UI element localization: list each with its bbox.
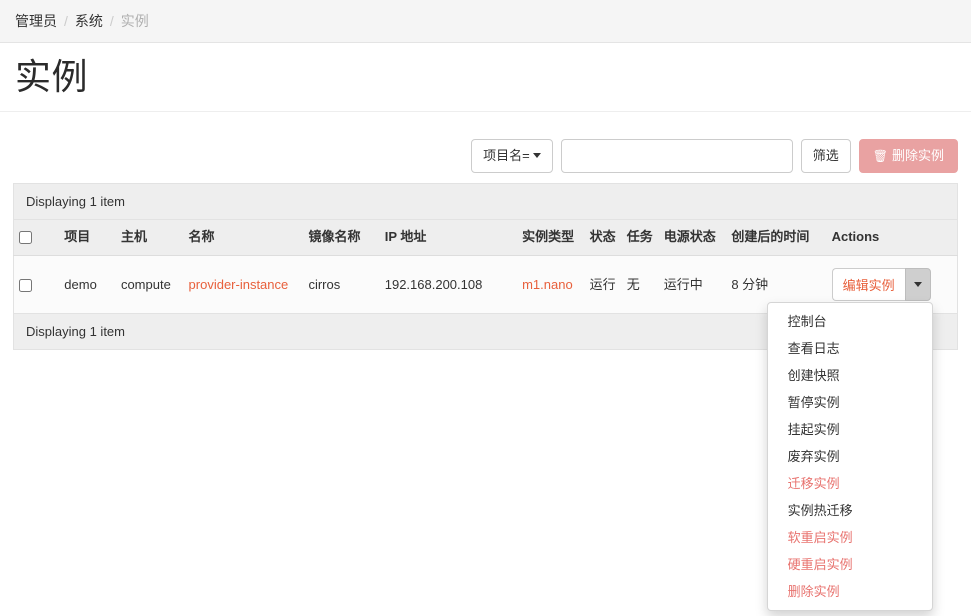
table-head: 项目 主机 名称 镜像名称 IP 地址 实例类型 状态 任务 电源状态 创建后的… — [13, 219, 958, 257]
breadcrumb-item-admin[interactable]: 管理员 — [15, 11, 57, 31]
table-toolbar: 项目名= 筛选 🗑 删除实例 — [0, 112, 971, 183]
column-header-actions: Actions — [826, 219, 958, 257]
menu-item-hard-reboot[interactable]: 硬重启实例 — [768, 551, 932, 578]
filter-field-label: 项目名= — [483, 147, 530, 163]
chevron-down-icon — [913, 282, 922, 288]
table-body: demo compute provider-instance cirros 19… — [13, 255, 958, 612]
chevron-down-icon — [532, 152, 541, 158]
delete-instances-button[interactable]: 🗑 删除实例 — [858, 138, 958, 173]
menu-item-create-snapshot[interactable]: 创建快照 — [768, 362, 932, 389]
breadcrumb-separator: / — [64, 13, 68, 29]
page-header: 实例 — [0, 43, 971, 112]
row-actions-group: 编辑实例 控制台 查看日志 创建快照 暂停实例 挂起实例 废弃实例 迁移实例 实… — [766, 268, 933, 612]
column-header-status[interactable]: 状态 — [584, 219, 622, 257]
cell-image-name: cirros — [303, 255, 380, 315]
column-header-ip[interactable]: IP 地址 — [379, 219, 518, 257]
row-select-checkbox[interactable] — [19, 278, 32, 292]
menu-item-soft-reboot[interactable]: 软重启实例 — [768, 524, 932, 551]
menu-item-delete-instance[interactable]: 删除实例 — [768, 578, 932, 605]
row-actions-dropdown-menu: 控制台 查看日志 创建快照 暂停实例 挂起实例 废弃实例 迁移实例 实例热迁移 … — [766, 302, 933, 612]
breadcrumb-item-instances: 实例 — [120, 13, 149, 29]
cell-ip-address: 192.168.200.108 — [379, 255, 518, 315]
cell-name: provider-instance — [183, 255, 304, 315]
breadcrumb: 管理员 / 系统 / 实例 — [0, 0, 971, 43]
menu-item-live-migrate[interactable]: 实例热迁移 — [768, 497, 932, 524]
breadcrumb-item-system[interactable]: 系统 — [75, 11, 103, 31]
menu-item-suspend-instance[interactable]: 挂起实例 — [768, 416, 932, 443]
instances-table: Displaying 1 item 项目 主机 名称 镜像名称 IP 地址 实例… — [13, 182, 958, 612]
breadcrumb-separator: / — [109, 13, 114, 29]
cell-host: compute — [115, 255, 184, 315]
menu-item-pause-instance[interactable]: 暂停实例 — [768, 389, 932, 416]
menu-item-migrate-instance[interactable]: 迁移实例 — [768, 470, 932, 497]
column-header-flavor[interactable]: 实例类型 — [517, 219, 585, 257]
row-select-cell — [13, 255, 60, 315]
search-input[interactable] — [560, 138, 793, 173]
filter-field-dropdown[interactable]: 项目名= — [471, 138, 553, 173]
table-header-row: 项目 主机 名称 镜像名称 IP 地址 实例类型 状态 任务 电源状态 创建后的… — [13, 219, 958, 257]
instance-name-link[interactable]: provider-instance — [189, 277, 289, 292]
cell-flavor: m1.nano — [517, 255, 585, 315]
column-header-image[interactable]: 镜像名称 — [303, 219, 380, 257]
column-header-name[interactable]: 名称 — [183, 219, 304, 257]
table-row: demo compute provider-instance cirros 19… — [13, 255, 958, 612]
row-actions-dropdown-toggle[interactable] — [904, 268, 931, 302]
table-count-caption: Displaying 1 item — [13, 182, 958, 219]
column-header-created[interactable]: 创建后的时间 — [726, 219, 827, 257]
flavor-link[interactable]: m1.nano — [522, 277, 573, 292]
instances-table-wrap: Displaying 1 item 项目 主机 名称 镜像名称 IP 地址 实例… — [0, 182, 971, 612]
page-title: 实例 — [15, 56, 89, 97]
filter-group: 项目名= 筛选 🗑 删除实例 — [471, 138, 958, 173]
select-all-header — [13, 219, 60, 257]
edit-instance-button[interactable]: 编辑实例 — [831, 268, 905, 302]
filter-button[interactable]: 筛选 — [800, 138, 851, 173]
trash-icon: 🗑 — [872, 148, 888, 163]
menu-item-view-log[interactable]: 查看日志 — [768, 335, 932, 362]
delete-instances-label: 删除实例 — [891, 147, 944, 163]
cell-status: 运行 — [584, 255, 622, 315]
menu-item-shelve-instance[interactable]: 废弃实例 — [768, 443, 932, 470]
menu-item-console[interactable]: 控制台 — [768, 308, 932, 335]
cell-actions: 编辑实例 控制台 查看日志 创建快照 暂停实例 挂起实例 废弃实例 迁移实例 实… — [766, 255, 958, 612]
column-header-project[interactable]: 项目 — [59, 219, 116, 257]
column-header-task[interactable]: 任务 — [621, 219, 659, 257]
cell-project: demo — [59, 255, 116, 315]
cell-power-state: 运行中 — [658, 255, 727, 315]
column-header-power-state[interactable]: 电源状态 — [658, 219, 727, 257]
select-all-checkbox[interactable] — [19, 230, 32, 244]
column-header-host[interactable]: 主机 — [115, 219, 184, 257]
cell-task: 无 — [621, 255, 659, 315]
